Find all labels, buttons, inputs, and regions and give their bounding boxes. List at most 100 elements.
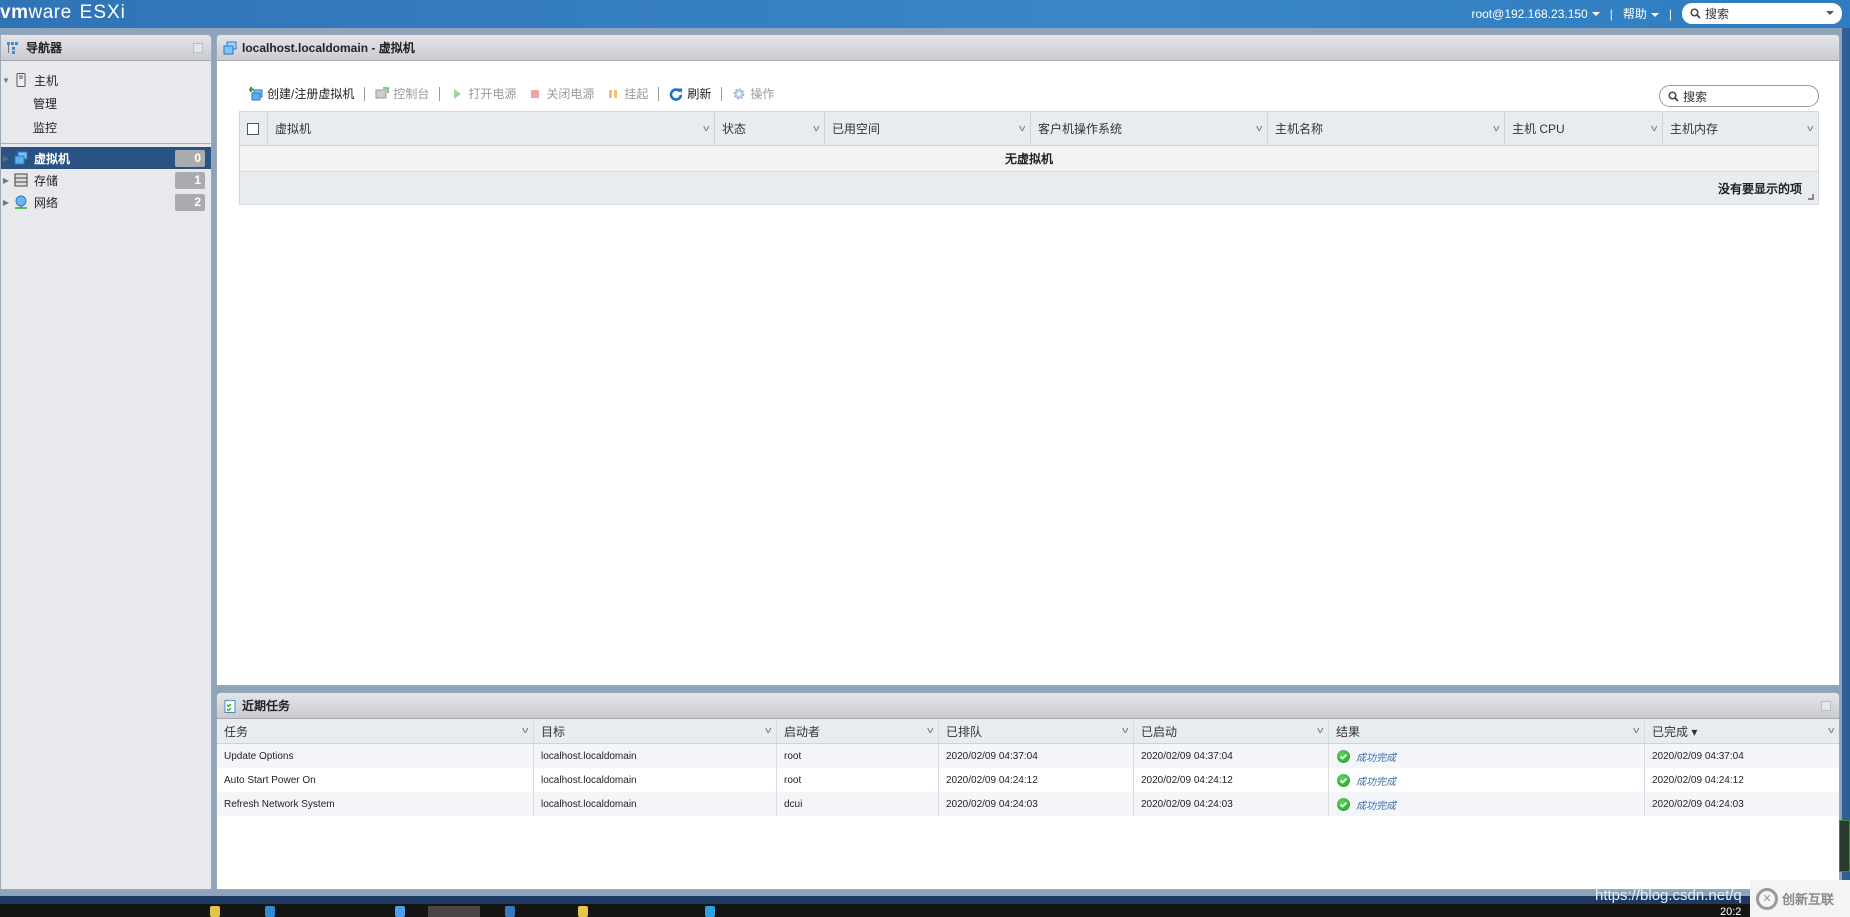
- suspend-button[interactable]: 挂起: [600, 85, 654, 102]
- taskbar-app-icon[interactable]: [705, 906, 715, 917]
- column-header-host-memory[interactable]: 主机内存 v: [1663, 112, 1818, 145]
- power-on-button[interactable]: 打开电源: [444, 85, 522, 102]
- taskbar-active-app[interactable]: [428, 906, 480, 917]
- sidebar-item-host[interactable]: ▼ 主机: [1, 69, 211, 91]
- status-band: [0, 896, 1850, 904]
- maximize-icon[interactable]: [193, 43, 203, 53]
- column-header-initiator[interactable]: 启动者 v: [777, 719, 939, 743]
- user-menu[interactable]: root@192.168.23.150: [1471, 7, 1600, 21]
- separator: |: [1609, 6, 1613, 21]
- divider: [1, 143, 211, 145]
- vm-toolbar: 创建/注册虚拟机 控制台 打开电源 关闭电源 挂起 刷新 操作: [243, 85, 780, 102]
- column-header-status[interactable]: 状态 v: [715, 112, 825, 145]
- tasks-table-header: 任务 v 目标 v 启动者 v 已排队 v 已启动 v 结果 v 已完成 ▾ v: [217, 719, 1839, 744]
- chevron-down-icon[interactable]: v: [813, 123, 819, 133]
- task-name: Update Options: [217, 744, 534, 768]
- column-header-host-cpu[interactable]: 主机 CPU v: [1505, 112, 1663, 145]
- chevron-down-icon[interactable]: v: [1493, 123, 1499, 133]
- recent-tasks-header: 近期任务: [217, 693, 1839, 719]
- create-vm-button[interactable]: 创建/注册虚拟机: [243, 85, 360, 102]
- chevron-down-icon[interactable]: v: [1828, 725, 1834, 735]
- chevron-down-icon[interactable]: v: [703, 123, 709, 133]
- global-search-input[interactable]: 搜索: [1682, 3, 1842, 24]
- chevron-down-icon[interactable]: v: [1256, 123, 1262, 133]
- column-header-target[interactable]: 目标 v: [534, 719, 777, 743]
- pause-icon: [609, 89, 618, 98]
- task-row[interactable]: Update Options localhost.localdomain roo…: [217, 744, 1839, 768]
- column-header-guest-os[interactable]: 客户机操作系统 v: [1031, 112, 1268, 145]
- expand-down-icon[interactable]: ▼: [1, 76, 11, 85]
- navigator-panel: 导航器 ▼ 主机 管理 监控 ▶ 虚拟机 0 ▶ 存储 1 ▶ 网络 2: [0, 34, 212, 890]
- taskbar-app-icon[interactable]: [505, 906, 515, 917]
- column-header-vm[interactable]: 虚拟机 v: [268, 112, 715, 145]
- sidebar-item-manage[interactable]: 管理: [1, 91, 211, 115]
- recent-tasks-title: 近期任务: [242, 699, 291, 713]
- chevron-down-icon[interactable]: v: [1317, 725, 1323, 735]
- chevron-down-icon[interactable]: v: [1807, 123, 1813, 133]
- recent-tasks-panel: 近期任务 任务 v 目标 v 启动者 v 已排队 v 已启动 v 结果 v 已完成 ▾ v U…: [216, 692, 1840, 890]
- footer-count-text: 没有要显示的项: [1717, 181, 1802, 196]
- play-icon: [454, 88, 462, 99]
- top-bar: vmware ESXi root@192.168.23.150 | 帮助 | 搜索: [0, 0, 1850, 28]
- refresh-button[interactable]: 刷新: [663, 85, 717, 102]
- column-header-used-space[interactable]: 已用空间 v: [825, 112, 1031, 145]
- search-icon: [1668, 90, 1679, 102]
- column-header-started[interactable]: 已启动 v: [1134, 719, 1329, 743]
- console-button[interactable]: 控制台: [369, 85, 435, 102]
- taskbar-app-icon[interactable]: [578, 906, 588, 917]
- task-result-text: 成功完成: [1356, 800, 1396, 812]
- expand-right-icon[interactable]: ▶: [1, 198, 11, 207]
- task-queued-time: 2020/02/09 04:24:03: [939, 792, 1134, 816]
- sidebar-item-vms[interactable]: ▶ 虚拟机 0: [1, 147, 211, 169]
- taskbar-app-icon[interactable]: [265, 906, 275, 917]
- expand-right-icon[interactable]: ▶: [1, 154, 11, 163]
- chevron-down-icon[interactable]: v: [927, 725, 933, 735]
- vm-search-input[interactable]: 搜索: [1659, 85, 1819, 107]
- vm-panel: localhost.localdomain - 虚拟机 创建/注册虚拟机 控制台…: [216, 34, 1840, 686]
- taskbar-app-icon[interactable]: [395, 906, 405, 917]
- taskbar-app-icon[interactable]: [210, 906, 220, 917]
- task-started-time: 2020/02/09 04:37:04: [1134, 744, 1329, 768]
- resize-grip-icon[interactable]: [1808, 194, 1814, 200]
- power-off-button[interactable]: 关闭电源: [522, 85, 600, 102]
- chevron-down-icon[interactable]: v: [765, 725, 771, 735]
- maximize-icon[interactable]: [1821, 701, 1831, 711]
- help-menu[interactable]: 帮助: [1623, 5, 1659, 22]
- task-row[interactable]: Refresh Network System localhost.localdo…: [217, 792, 1839, 816]
- column-header-completed[interactable]: 已完成 ▾ v: [1645, 719, 1839, 743]
- sidebar-item-network[interactable]: ▶ 网络 2: [1, 191, 211, 213]
- column-header-task[interactable]: 任务 v: [217, 719, 534, 743]
- select-all-checkbox[interactable]: [240, 112, 268, 145]
- chevron-down-icon[interactable]: v: [1019, 123, 1025, 133]
- task-result: 成功完成: [1329, 768, 1645, 792]
- sidebar-item-storage[interactable]: ▶ 存储 1: [1, 169, 211, 191]
- chevron-down-icon[interactable]: v: [522, 725, 528, 735]
- storage-icon: [14, 173, 28, 187]
- vm-table-header: 虚拟机 v 状态 v 已用空间 v 客户机操作系统 v 主机名称 v 主机 CPU v 主机…: [240, 112, 1818, 146]
- chevron-down-icon[interactable]: v: [1122, 725, 1128, 735]
- task-row[interactable]: Auto Start Power On localhost.localdomai…: [217, 768, 1839, 792]
- brand-logo-icon: ✕: [1756, 887, 1778, 910]
- chevron-down-icon[interactable]: [1826, 11, 1834, 15]
- expand-right-icon[interactable]: ▶: [1, 176, 11, 185]
- sidebar-item-monitor[interactable]: 监控: [1, 115, 211, 139]
- empty-message: 无虚拟机: [240, 146, 1818, 172]
- column-header-queued[interactable]: 已排队 v: [939, 719, 1134, 743]
- watermark-url: https://blog.csdn.net/q: [1595, 887, 1742, 904]
- navigator-title: 导航器: [26, 41, 63, 55]
- table-footer: 没有要显示的项: [240, 172, 1818, 204]
- chevron-down-icon[interactable]: v: [1651, 123, 1657, 133]
- actions-button[interactable]: 操作: [726, 85, 780, 102]
- network-count-badge: 2: [175, 194, 205, 211]
- task-target[interactable]: localhost.localdomain: [534, 768, 777, 792]
- task-target[interactable]: localhost.localdomain: [534, 744, 777, 768]
- chevron-down-icon[interactable]: v: [1633, 725, 1639, 735]
- column-header-host-name[interactable]: 主机名称 v: [1268, 112, 1505, 145]
- task-target[interactable]: localhost.localdomain: [534, 792, 777, 816]
- task-initiator: root: [777, 744, 939, 768]
- column-header-result[interactable]: 结果 v: [1329, 719, 1645, 743]
- network-icon: [15, 195, 27, 209]
- search-icon: [1690, 8, 1701, 19]
- task-result-text: 成功完成: [1356, 776, 1396, 788]
- stop-icon: [531, 89, 540, 98]
